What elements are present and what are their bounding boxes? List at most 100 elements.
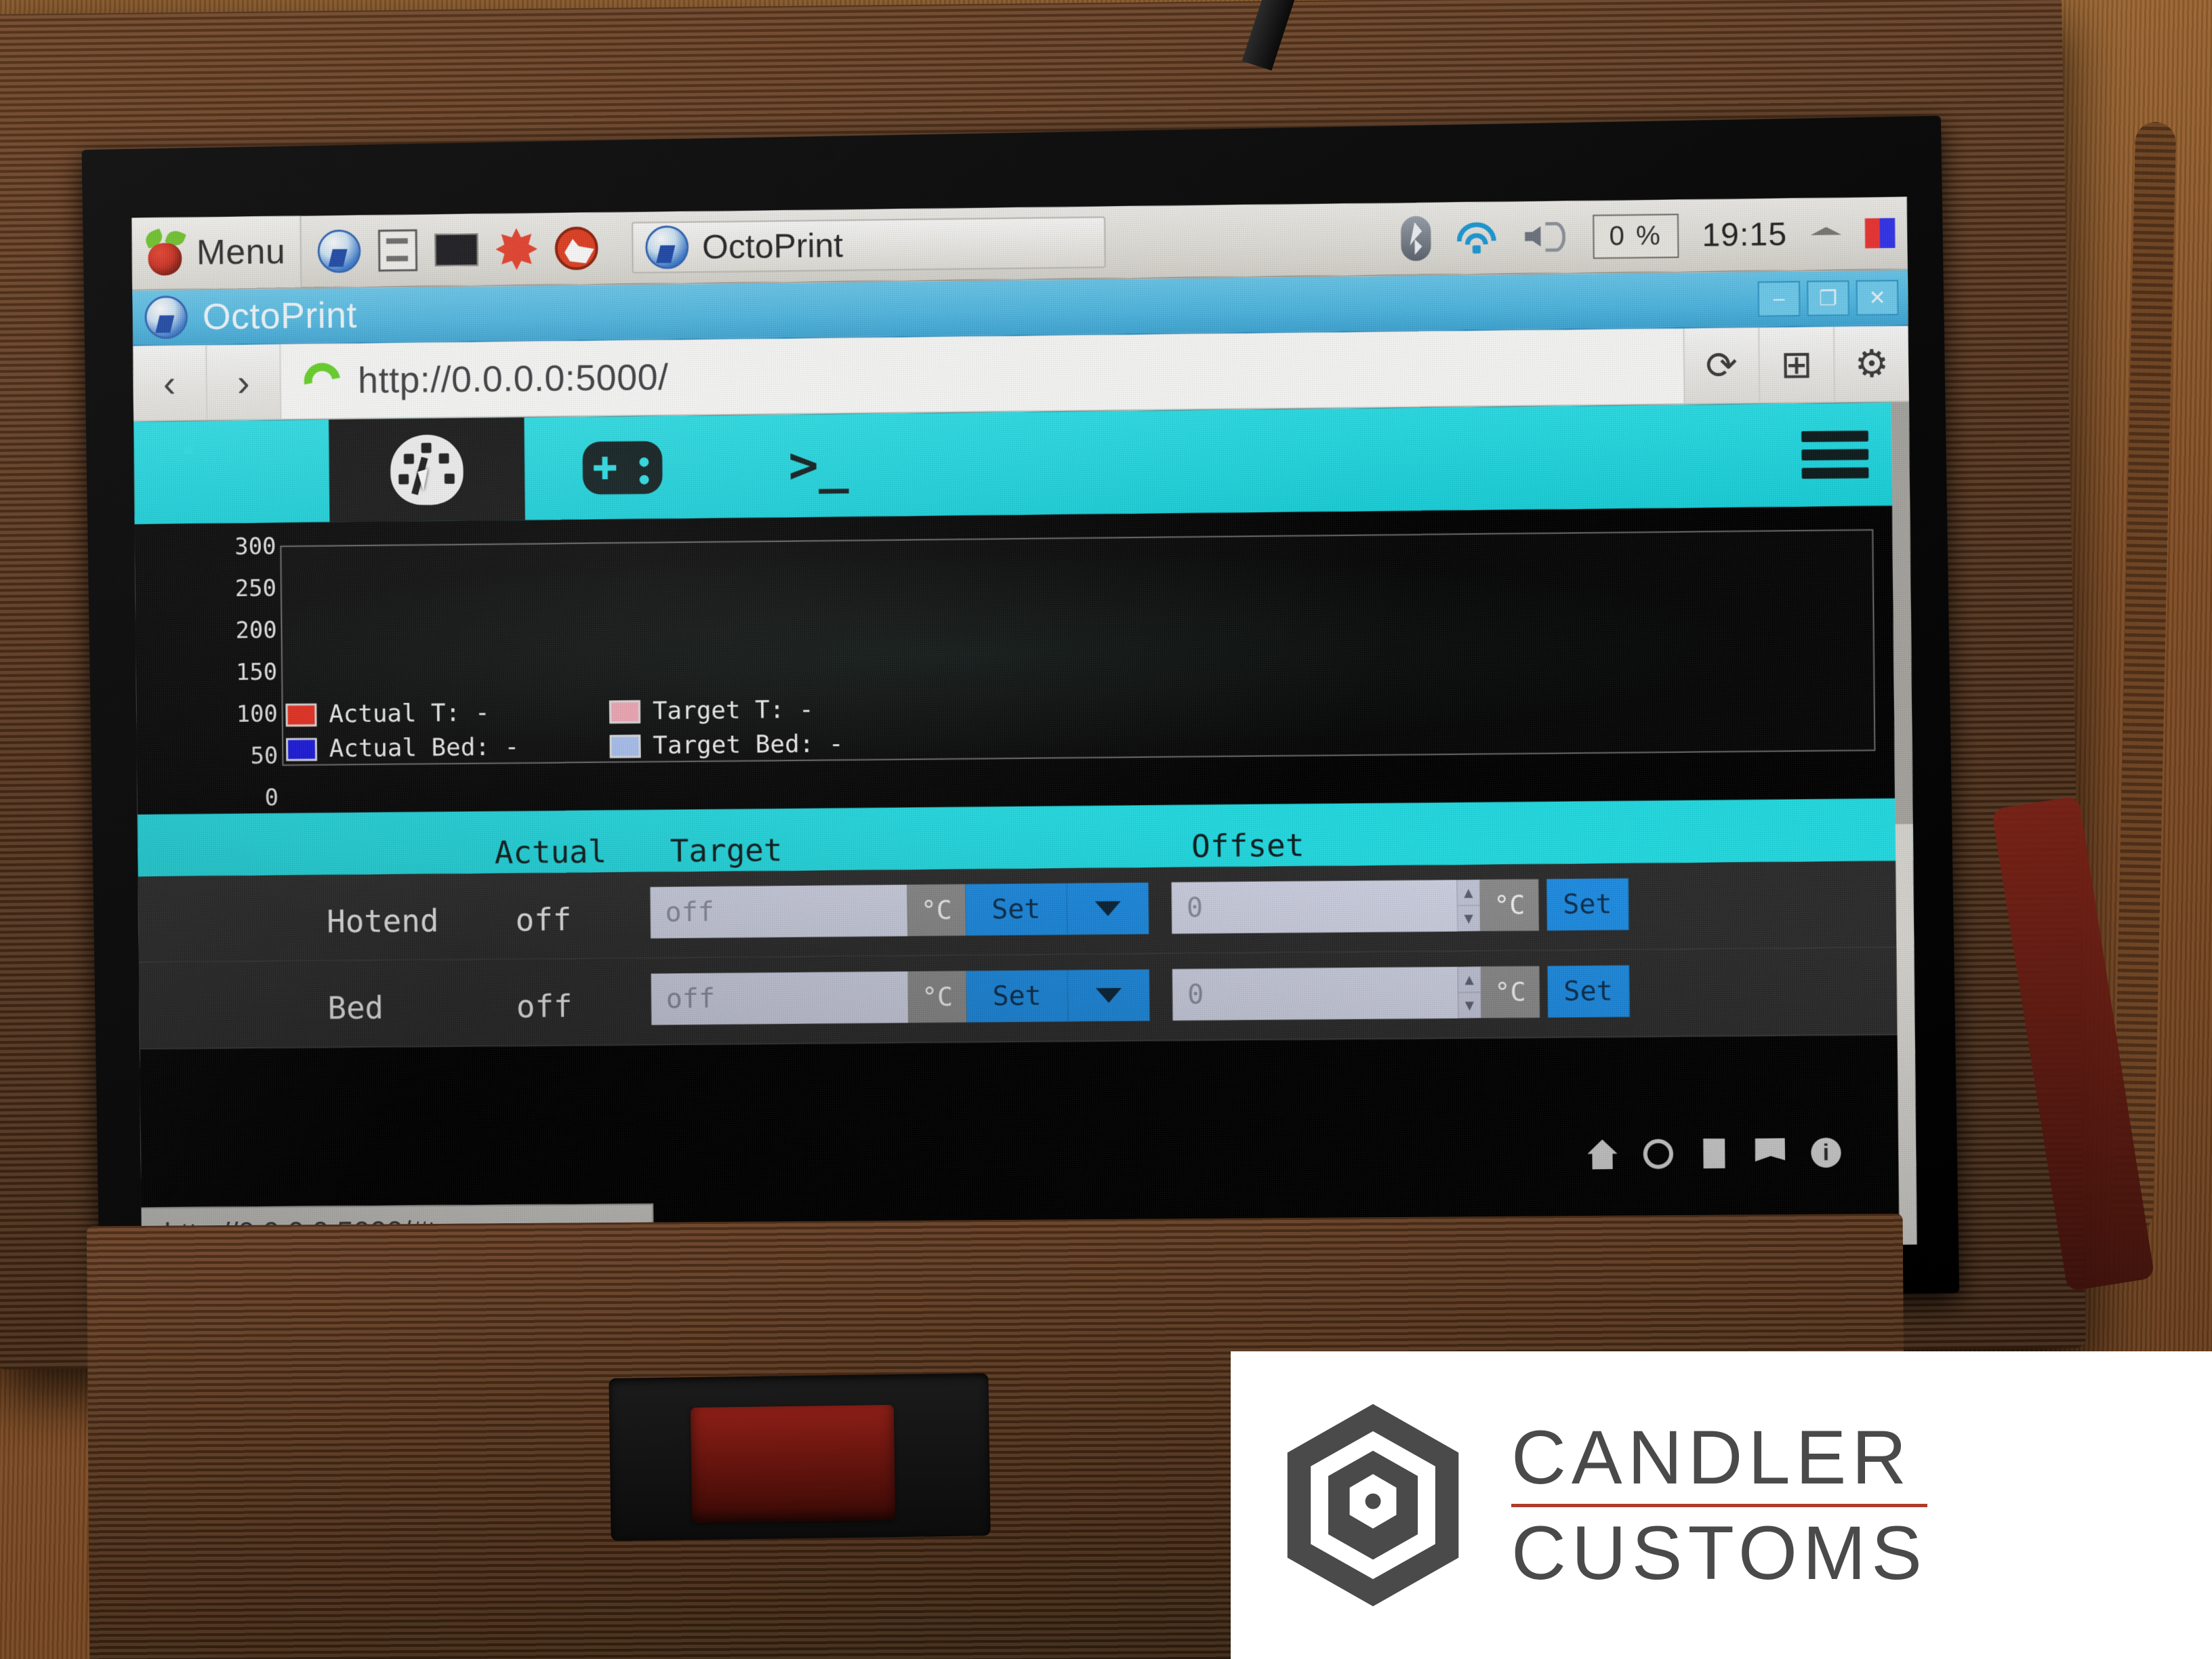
chevron-down-icon: [1094, 901, 1121, 916]
tab-files[interactable]: [134, 419, 329, 525]
bed-offset-set-button[interactable]: Set: [1547, 965, 1630, 1018]
display-bezel: Menu OctoPrint 0 % 19:15 OctoPrint – ❐ ✕…: [81, 115, 1960, 1317]
browser-window: OctoPrint – ❐ ✕ ‹ › http://0.0.0.0:5000/: [132, 270, 1917, 1258]
row-label-hotend: Hotend: [326, 902, 439, 940]
gauge-icon: [390, 434, 464, 506]
hotend-target-group: off °C Set: [650, 882, 1149, 939]
legend-item: Actual T: -: [285, 699, 528, 729]
wolfram-icon[interactable]: [554, 226, 598, 270]
bed-offset-input[interactable]: 0: [1172, 966, 1458, 1021]
y-tick: 300: [234, 533, 276, 560]
graph-y-axis: 300 250 200 150 100 50 0: [184, 533, 279, 829]
y-tick: 150: [235, 658, 278, 687]
clock[interactable]: 19:15: [1702, 216, 1787, 254]
legend-label: Actual Bed: -: [329, 733, 520, 763]
legend-swatch-target-t: [609, 699, 641, 724]
browser-window-title: OctoPrint: [202, 295, 358, 337]
bluetooth-icon[interactable]: [1400, 216, 1431, 262]
bed-target-input[interactable]: off: [651, 971, 909, 1025]
candler-customs-logo-text: CANDLER CUSTOMS: [1511, 1414, 1927, 1595]
candler-customs-watermark: CANDLER CUSTOMS: [1231, 1351, 2212, 1659]
legend-label: Target T: -: [652, 695, 814, 726]
y-tick: 0: [264, 784, 279, 812]
y-tick: 250: [234, 575, 277, 602]
taskbar-launchers: [301, 212, 615, 287]
address-bar[interactable]: http://0.0.0.0:5000/: [281, 328, 1684, 419]
legend-item: Target T: -: [609, 695, 853, 725]
color-swatch-icon: [1864, 218, 1896, 249]
minimize-button[interactable]: –: [1757, 281, 1801, 317]
legend-swatch-actual-bed: [285, 737, 317, 761]
web-browser-icon: [144, 295, 188, 340]
legend-label: Target Bed: -: [653, 730, 844, 760]
legend-item: Target Bed: -: [609, 730, 853, 760]
mathematica-icon[interactable]: [495, 228, 537, 270]
server-list-icon: [197, 443, 267, 501]
bed-offset-stepper[interactable]: ▲ ▼: [1457, 966, 1481, 1019]
tab-control[interactable]: [524, 415, 720, 520]
logo-line-2: CUSTOMS: [1511, 1510, 1927, 1595]
lcd-screen: Menu OctoPrint 0 % 19:15 OctoPrint – ❐ ✕…: [131, 197, 1917, 1258]
system-tray: 0 % 19:15: [1400, 210, 1908, 262]
settings-gear-icon[interactable]: ⚙: [1832, 326, 1909, 402]
column-header-actual: Actual: [494, 833, 607, 871]
eject-icon[interactable]: [1810, 227, 1842, 241]
terminal-prompt-icon: >_: [787, 436, 849, 495]
chevron-down-icon: [1095, 987, 1122, 1003]
candler-customs-logo-icon: [1271, 1400, 1475, 1610]
hotend-target-dropdown-button[interactable]: [1067, 882, 1149, 935]
forward-button[interactable]: ›: [207, 344, 282, 420]
hotend-target-set-button[interactable]: Set: [965, 883, 1068, 936]
bed-target-dropdown-button[interactable]: [1067, 969, 1150, 1022]
bed-actual-value: off: [516, 987, 573, 1025]
hotend-offset-stepper[interactable]: ▲ ▼: [1456, 879, 1481, 932]
taskbar-window-label: OctoPrint: [701, 226, 844, 266]
web-browser-icon: [645, 225, 689, 270]
start-menu-button[interactable]: Menu: [131, 216, 302, 290]
row-label-bed: Bed: [327, 989, 384, 1027]
temperature-graph: 300 250 200 150 100 50 0 Actual T: - Tar…: [134, 506, 1913, 815]
hotend-offset-set-button[interactable]: Set: [1547, 878, 1629, 931]
wifi-icon[interactable]: [1454, 220, 1499, 255]
legend-swatch-actual-t: [285, 703, 317, 726]
power-switch[interactable]: [690, 1404, 896, 1523]
bed-offset-group: 0 ▲ ▼ °C Set: [1172, 965, 1630, 1021]
new-tab-icon[interactable]: ⊞: [1758, 327, 1835, 403]
close-button[interactable]: ✕: [1856, 279, 1899, 316]
hotend-target-input[interactable]: off: [650, 884, 908, 939]
clock-icon[interactable]: [1643, 1139, 1674, 1169]
web-browser-icon[interactable]: [317, 229, 361, 273]
tab-terminal[interactable]: >_: [720, 413, 917, 518]
info-icon[interactable]: [1811, 1137, 1841, 1168]
logo-divider: [1511, 1503, 1927, 1507]
bed-target-group: off °C Set: [651, 969, 1150, 1025]
hotend-target-unit: °C: [907, 884, 966, 937]
column-header-target: Target: [670, 832, 783, 869]
scrollbar-thumb[interactable]: [1891, 402, 1913, 825]
gamepad-icon: [582, 441, 663, 495]
file-manager-icon[interactable]: [377, 229, 418, 272]
document-icon[interactable]: [1699, 1139, 1729, 1168]
home-icon[interactable]: [1587, 1139, 1618, 1169]
tab-temperature[interactable]: [328, 417, 525, 523]
taskbar-window-button-octoprint[interactable]: OctoPrint: [632, 216, 1106, 274]
bed-target-set-button[interactable]: Set: [966, 970, 1069, 1023]
reload-icon[interactable]: ⟳: [1683, 327, 1759, 404]
bed-target-unit: °C: [907, 970, 967, 1023]
octoprint-footer-icons: [1587, 1137, 1841, 1170]
logo-line-1: CANDLER: [1511, 1414, 1912, 1500]
table-row: Bed off off °C Set 0 ▲ ▼ °C Set: [138, 947, 1915, 1050]
back-button[interactable]: ‹: [133, 345, 208, 421]
folder-icon[interactable]: [1755, 1138, 1786, 1168]
loading-spinner-icon: [297, 355, 348, 407]
raspberry-pi-icon: [143, 228, 186, 276]
cpu-usage-indicator: 0 %: [1593, 213, 1679, 259]
legend-item: Actual Bed: -: [285, 733, 529, 763]
hotend-offset-input[interactable]: 0: [1171, 880, 1458, 934]
case-side-ridge: [2112, 121, 2177, 1234]
photograph-background: Menu OctoPrint 0 % 19:15 OctoPrint – ❐ ✕…: [0, 0, 2212, 1659]
bed-offset-unit: °C: [1480, 966, 1540, 1019]
terminal-icon[interactable]: [434, 233, 478, 266]
maximize-button[interactable]: ❐: [1807, 280, 1849, 316]
volume-icon[interactable]: [1522, 218, 1570, 256]
